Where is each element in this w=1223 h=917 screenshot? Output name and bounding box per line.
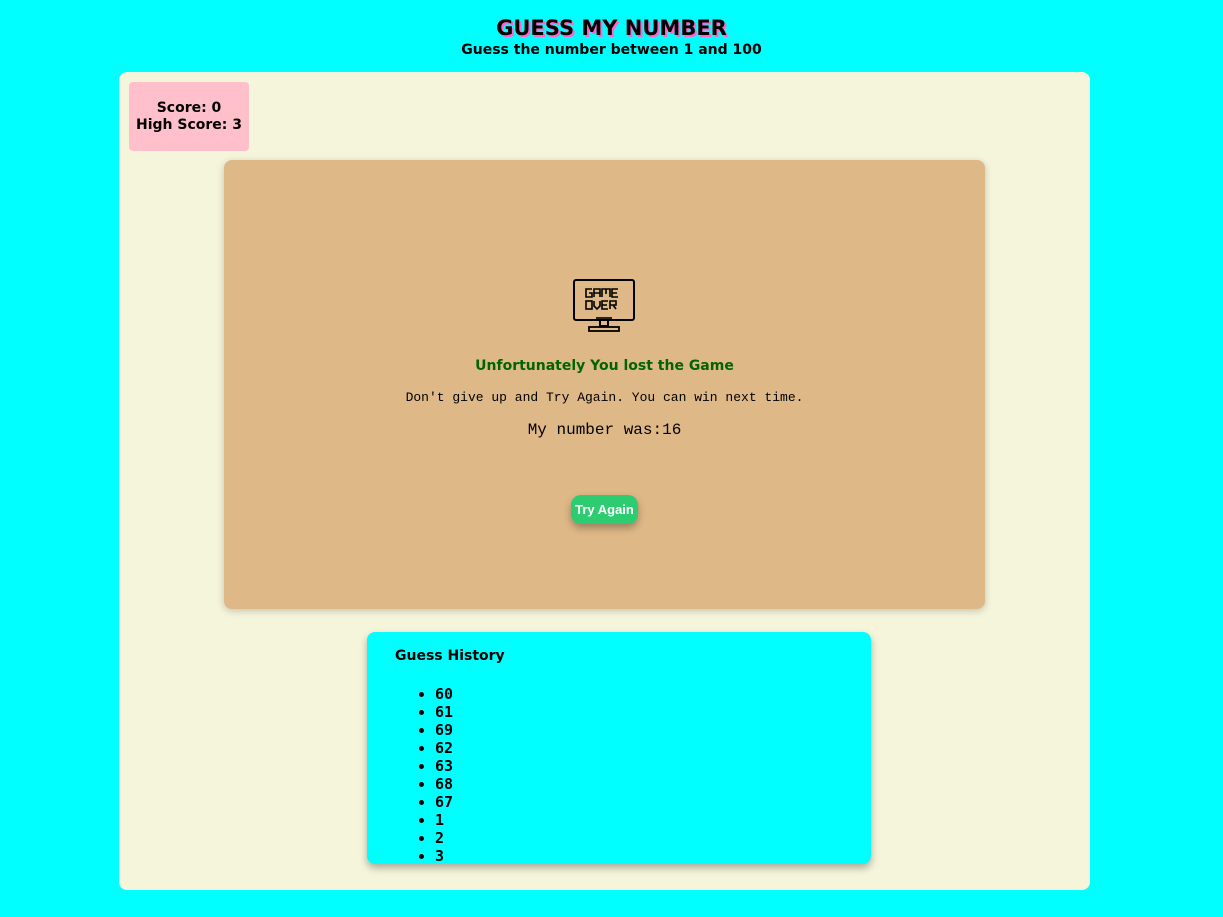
try-again-button[interactable]: Try Again [571, 495, 638, 524]
list-item: 62 [435, 739, 453, 757]
game-title: GUESS MY NUMBER [496, 16, 727, 40]
header: GUESS MY NUMBER Guess the number between… [0, 14, 1223, 58]
guess-history-list: 60 61 69 62 63 68 67 1 2 3 [395, 685, 453, 864]
result-card: Unfortunately You lost the Game Don't gi… [224, 160, 985, 609]
score-box: Score: 0 High Score: 3 [129, 82, 249, 151]
list-item: 68 [435, 775, 453, 793]
list-item: 2 [435, 829, 453, 847]
lost-message: Unfortunately You lost the Game [475, 358, 734, 374]
list-item: 3 [435, 847, 453, 864]
list-item: 67 [435, 793, 453, 811]
game-over-monitor-icon [573, 279, 635, 332]
list-item: 1 [435, 811, 453, 829]
list-item: 63 [435, 757, 453, 775]
high-score-text: High Score: 3 [136, 116, 242, 133]
game-subtitle: Guess the number between 1 and 100 [461, 42, 762, 58]
game-area: Score: 0 High Score: 3 Unfortunately You… [119, 72, 1090, 890]
score-text: Score: 0 [156, 99, 222, 116]
encouragement-text: Don't give up and Try Again. You can win… [405, 390, 804, 405]
list-item: 69 [435, 721, 453, 739]
guess-history-title: Guess History [395, 648, 505, 664]
list-item: 60 [435, 685, 453, 703]
list-item: 61 [435, 703, 453, 721]
guess-history-panel: Guess History 60 61 69 62 63 68 67 1 2 3 [367, 632, 871, 864]
number-reveal: My number was:16 [527, 421, 682, 439]
